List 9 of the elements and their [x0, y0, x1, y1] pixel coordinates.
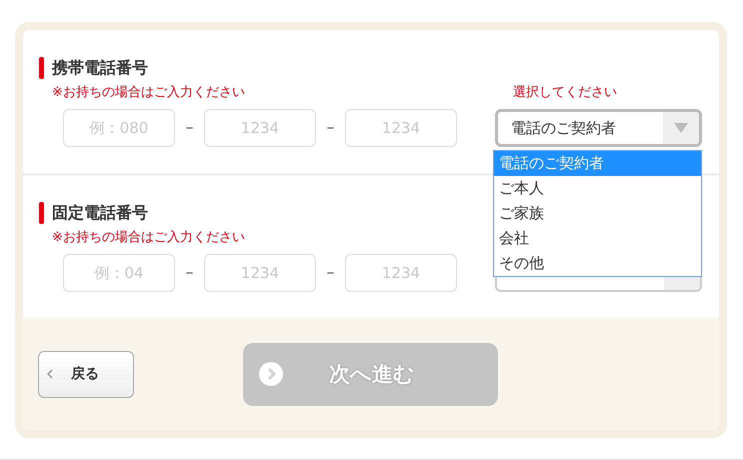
section-title: 携帯電話番号: [52, 58, 148, 78]
note-text: ※お持ちの場合はご入力ください: [52, 229, 246, 246]
section-title: 固定電話番号: [52, 202, 148, 224]
dash-separator: －: [322, 119, 338, 137]
select-hint: 選択してください: [512, 84, 617, 101]
dash-separator: －: [182, 119, 198, 137]
dash-separator: －: [182, 264, 198, 282]
note-text: ※お持ちの場合はご入力ください: [52, 84, 246, 101]
dash-separator: －: [322, 264, 338, 282]
